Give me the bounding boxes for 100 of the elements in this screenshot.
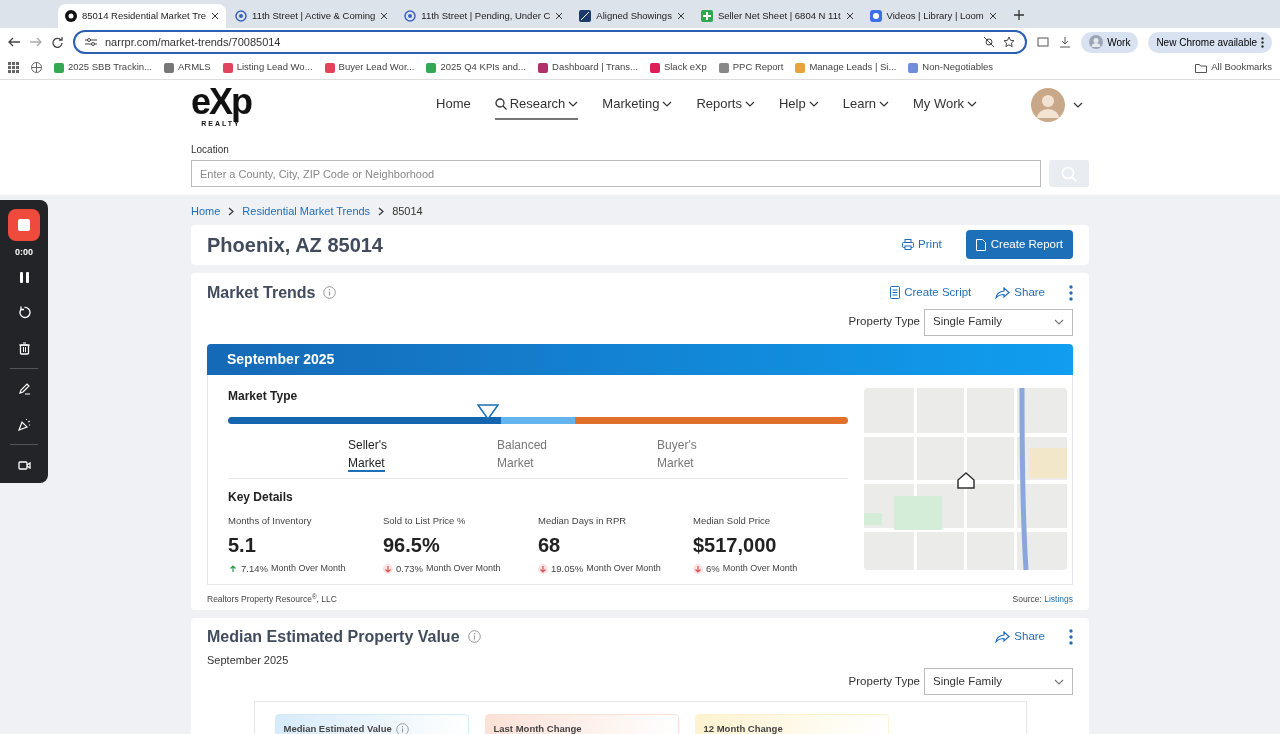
bookmark[interactable]: 2025 SBB Trackin... [54,60,152,75]
info-icon [395,722,409,734]
nav-link[interactable]: Help [778,90,819,120]
nav-link[interactable]: My Work [912,90,977,120]
arrow-down-icon [383,563,393,574]
chevron-right-icon [378,206,385,216]
change-note: Month Over Month [270,562,346,576]
bookmark[interactable]: All Bookmarks [1195,60,1272,75]
metric-value: 96.5% [383,532,441,558]
nav-link[interactable]: Learn [842,90,889,120]
bookmark[interactable]: Slack eXp [649,60,707,75]
bookmark[interactable]: Dashboard | Trans... [538,60,638,75]
close-icon[interactable] [845,12,854,20]
bookmark[interactable]: Listing Lead Wo... [222,60,313,75]
location-label: Location [191,143,230,157]
print-button[interactable]: Print [902,235,942,254]
property-type-select[interactable]: Single Family [924,308,1073,336]
new-tab-icon[interactable] [1013,10,1024,21]
metric-label: Months of Inventory [228,513,313,528]
change-note: Month Over Month [425,562,501,576]
globe-icon[interactable] [31,62,42,73]
reload-icon[interactable] [52,36,63,48]
stop-record-button[interactable] [8,209,40,241]
nav-link[interactable]: Research [494,90,579,120]
site-logo-icon [65,10,77,22]
close-icon[interactable] [676,12,685,20]
back-icon[interactable] [8,37,20,47]
property-type-select[interactable]: Single Family [924,668,1073,696]
eye-off-icon[interactable] [983,36,996,48]
marker-icon [477,403,500,420]
arrow-down-icon [693,563,703,574]
metric-value: 68 [538,532,562,558]
browser-tab[interactable]: 85014 Residential Market Tre [58,4,227,28]
metric-value: 5.1 [228,532,257,558]
chevron-down-icon [1054,319,1064,325]
stat-label: Median Estimated Value [283,722,392,734]
more-icon[interactable] [1069,628,1073,645]
change-note: Month Over Month [722,562,798,576]
change-percent: 0.73% [396,561,423,576]
location-field[interactable]: Enter a County, City, ZIP Code or Neighborhood [191,160,1041,187]
create-script-button[interactable]: Create Script [890,283,972,302]
change-percent: 19.05% [551,561,584,576]
share-button[interactable]: Share [995,628,1045,646]
market-type-option[interactable]: Seller's Market [348,435,387,472]
bookmark[interactable]: ARMLS [163,60,211,75]
folder-icon [1195,62,1208,73]
section-title: Median Estimated Property Value [207,626,460,647]
more-icon[interactable] [1069,284,1073,301]
star-icon[interactable] [1003,36,1016,48]
app-icon [579,10,592,22]
browser-tab[interactable]: Aligned Showings [572,4,692,28]
avatar-icon [1031,88,1065,122]
breadcrumb-link[interactable]: Home [191,203,221,220]
bookmark[interactable]: Manage Leads | Si... [795,60,897,75]
home-icon [956,469,976,490]
section-title: Key Details [228,488,294,506]
pause-icon [17,270,31,284]
info-icon [323,286,337,299]
update-button[interactable]: New Chrome available [1148,31,1272,53]
share-button[interactable]: Share [995,283,1045,302]
video-camera-icon [17,458,31,472]
property-type-label: Property Type [848,314,920,330]
nav-link[interactable]: Marketing [602,90,673,120]
period-label: September 2025 [207,652,290,668]
download-icon[interactable] [1059,36,1072,48]
close-icon[interactable] [988,12,997,20]
breadcrumb-link[interactable]: Residential Market Trends [242,203,371,220]
browser-tab[interactable]: 11th Street | Active & Coming [228,4,396,28]
close-icon[interactable] [555,12,564,20]
info-icon [467,630,481,644]
chevron-right-icon [228,206,235,216]
close-icon[interactable] [211,12,220,20]
plus-icon [700,10,713,22]
stop-icon [18,218,30,231]
market-type-option[interactable]: Buyer's Market [657,435,697,472]
chevron-down-icon [878,101,889,107]
change-percent: 6% [706,561,720,576]
nav-link[interactable]: Reports [696,90,755,120]
nav-link[interactable]: Home [436,90,471,120]
site-settings-icon [85,37,97,47]
search-icon [494,98,507,110]
address-bar[interactable]: narrpr.com/market-trends/70085014 [73,30,1028,54]
property-type-label: Property Type [848,674,920,690]
bookmark[interactable]: Non-Negotiables [908,60,994,75]
profile-button[interactable]: Work [1081,31,1139,53]
browser-tab[interactable]: Videos | Library | Loom [862,4,1004,28]
browser-tab[interactable]: Seller Net Sheet | 6804 N 11t [693,4,861,28]
target-icon [235,10,248,22]
bookmark[interactable]: 2025 Q4 KPIs and... [426,60,526,75]
cast-icon[interactable] [1037,36,1050,48]
create-report-button[interactable]: Create Report [965,229,1073,260]
arrow-down-icon [538,563,548,574]
market-type-option[interactable]: Balanced Market [497,435,548,472]
browser-tab[interactable]: 11th Street | Pending, Under C [397,4,571,28]
arrow-up-icon [228,563,238,574]
apps-icon[interactable] [8,62,19,73]
printer-icon [902,239,915,250]
bookmark[interactable]: Buyer Lead Wor... [324,60,415,75]
close-icon[interactable] [380,12,389,20]
bookmark[interactable]: PPC Report [718,60,784,75]
